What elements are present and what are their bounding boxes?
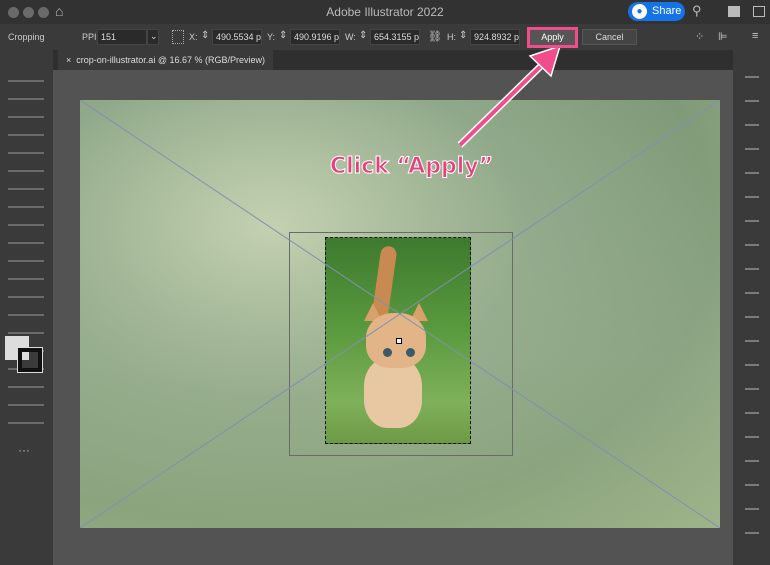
document-tab-label: crop-on-illustrator.ai @ 16.67 % (RGB/Pr… — [76, 55, 265, 65]
document-tab-bar: × crop-on-illustrator.ai @ 16.67 % (RGB/… — [53, 50, 733, 70]
close-tab-icon[interactable]: × — [66, 55, 71, 65]
constrain-proportions-link-icon[interactable]: ⛓ — [428, 30, 442, 43]
tools-panel: ··· — [0, 50, 53, 565]
placeholder-cross — [80, 100, 720, 528]
mode-label: Cropping — [8, 32, 45, 42]
y-stepper-icon[interactable]: ⇕ — [279, 30, 287, 41]
workspace-icon[interactable] — [728, 6, 740, 17]
h-stepper-icon[interactable]: ⇕ — [459, 30, 467, 41]
h-input[interactable]: 924.8932 px — [470, 29, 520, 45]
x-label: X: — [189, 32, 198, 42]
reference-point-icon[interactable] — [172, 30, 184, 44]
x-stepper-icon[interactable]: ⇕ — [201, 30, 209, 41]
panel-icons[interactable] — [745, 70, 759, 540]
right-panel-dock — [733, 50, 770, 565]
control-bar: Cropping PPI: 151 ⌄ X: ⇕ 490.5534 px Y: … — [0, 24, 770, 50]
ppi-dropdown-chevron-icon[interactable]: ⌄ — [147, 29, 159, 45]
w-stepper-icon[interactable]: ⇕ — [359, 30, 367, 41]
share-button[interactable]: ● Share — [628, 2, 685, 21]
panel-icon[interactable] — [753, 6, 765, 17]
tool-icons[interactable] — [8, 76, 44, 436]
apply-highlight — [527, 27, 578, 48]
user-icon: ● — [632, 4, 647, 19]
x-input[interactable]: 490.5534 px — [212, 29, 262, 45]
share-label: Share — [652, 5, 682, 17]
grid-icon[interactable]: ⁘ — [695, 30, 704, 43]
menu-icon[interactable]: ≡ — [752, 30, 758, 42]
align-icon[interactable]: ⊫ — [718, 30, 728, 43]
stroke-swatch[interactable] — [17, 347, 43, 373]
ppi-input[interactable]: 151 — [97, 29, 147, 45]
more-tools-icon[interactable]: ··· — [18, 443, 30, 457]
w-label: W: — [345, 32, 356, 42]
title-bar: ⌂ Adobe Illustrator 2022 ● Share ⚲ — [0, 0, 770, 24]
search-icon[interactable]: ⚲ — [692, 3, 702, 19]
h-label: H: — [447, 32, 456, 42]
cancel-button[interactable]: Cancel — [582, 29, 637, 45]
document-tab[interactable]: × crop-on-illustrator.ai @ 16.67 % (RGB/… — [58, 50, 273, 70]
y-input[interactable]: 490.9196 px — [290, 29, 340, 45]
w-input[interactable]: 654.3155 px — [370, 29, 420, 45]
y-label: Y: — [267, 32, 276, 42]
artboard-image — [80, 100, 720, 528]
